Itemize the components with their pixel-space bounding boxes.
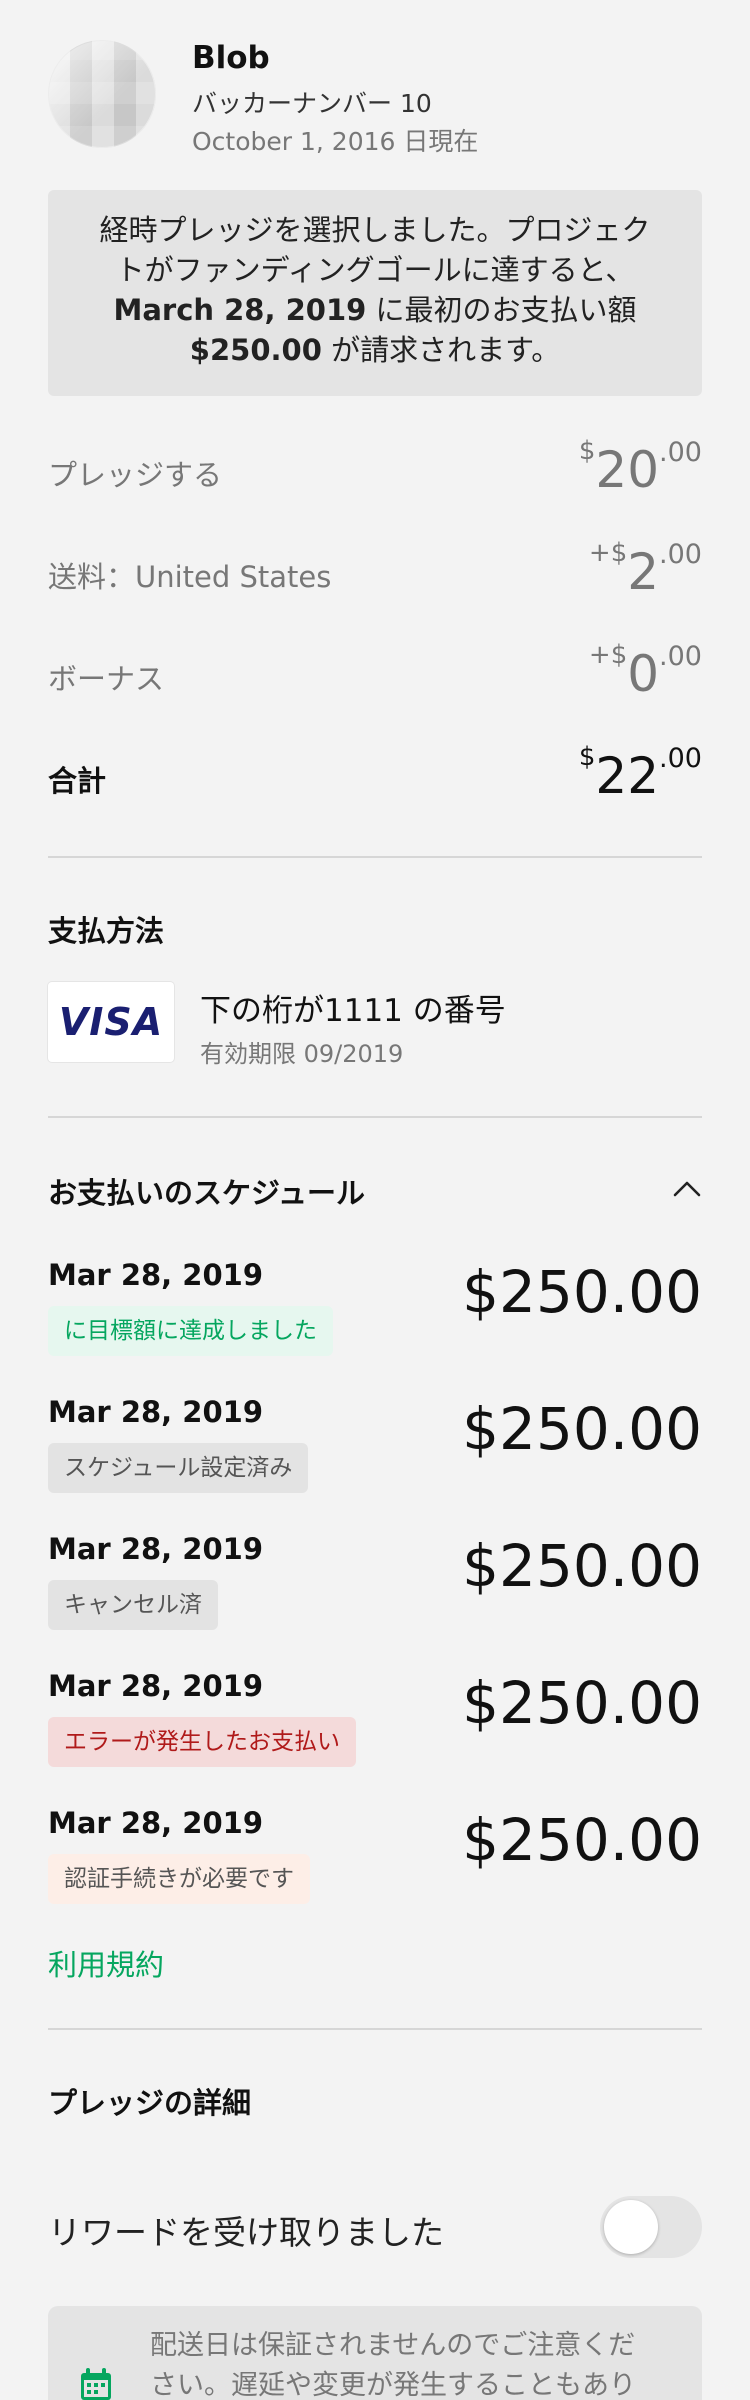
backer-header: Blob バッカーナンバー 10 October 1, 2016 日現在 <box>48 40 702 160</box>
total-amount: $22.00 <box>579 742 702 805</box>
status-badge: エラーが発生したお支払い <box>48 1717 356 1767</box>
bonus-amount: +$0.00 <box>589 640 702 703</box>
bonus-label: ボーナス <box>48 662 165 696</box>
pledge-notice: 経時プレッジを選択しました。プロジェク トがファンディングゴールに達すると、 M… <box>48 190 702 396</box>
payment-schedule-title[interactable]: お支払いのスケジュール <box>48 1170 365 1212</box>
divider <box>48 856 702 858</box>
notice-date: March 28, 2019 <box>113 293 367 327</box>
as-of-date: October 1, 2016 日現在 <box>192 127 479 156</box>
terms-link[interactable]: 利用規約 <box>48 1942 164 1984</box>
shipping-line: 送料：United States +$2.00 <box>48 538 702 601</box>
schedule-amount: $250.00 <box>462 1532 702 1600</box>
amount-cents: .00 <box>659 641 702 672</box>
shipping-label: 送料：United States <box>48 560 332 594</box>
divider <box>48 1116 702 1118</box>
pledge-label: プレッジする <box>48 458 223 492</box>
amount-whole: 0 <box>627 645 660 703</box>
backer-name: Blob <box>192 40 270 76</box>
payment-method-title: 支払方法 <box>48 914 165 948</box>
schedule-date: Mar 28, 2019 <box>48 1806 264 1840</box>
shipping-amount: +$2.00 <box>589 538 702 601</box>
reward-received-toggle[interactable] <box>600 2196 702 2258</box>
schedule-date: Mar 28, 2019 <box>48 1669 264 1703</box>
notice-line-2: トがファンディングゴールに達すると、 <box>115 253 635 287</box>
visa-logo-icon: VISA <box>48 982 174 1062</box>
total-label: 合計 <box>48 764 107 798</box>
toggle-knob <box>604 2200 658 2254</box>
currency-prefix: +$ <box>588 538 628 568</box>
pledge-amount: $20.00 <box>579 436 702 499</box>
status-badge: 認証手続きが必要です <box>48 1854 310 1904</box>
schedule-amount: $250.00 <box>462 1395 702 1463</box>
shipping-notice-text: 配送日は保証されませんのでご注意ください。遅延や変更が発生することもありま <box>150 2330 636 2400</box>
reward-received-label: リワードを受け取りました <box>48 2213 444 2252</box>
schedule-amount: $250.00 <box>462 1806 702 1874</box>
notice-line-4: が請求されます。 <box>321 333 561 367</box>
schedule-row: Mar 28, 2019 エラーが発生したお支払い $250.00 <box>48 1669 702 1779</box>
status-badge: に目標額に達成しました <box>48 1306 333 1356</box>
status-badge: キャンセル済 <box>48 1580 218 1630</box>
card-number: 下の桁が1111 の番号 <box>200 993 506 1029</box>
amount-whole: 22 <box>595 747 660 805</box>
currency-prefix: $ <box>578 742 596 772</box>
amount-whole: 2 <box>627 543 660 601</box>
pledge-line: プレッジする $20.00 <box>48 436 702 499</box>
schedule-date: Mar 28, 2019 <box>48 1395 264 1429</box>
notice-line-1: 経時プレッジを選択しました。プロジェク <box>99 213 651 247</box>
amount-cents: .00 <box>659 743 702 774</box>
backer-number: バッカーナンバー 10 <box>192 89 432 118</box>
amount-cents: .00 <box>659 437 702 468</box>
card-brand: VISA <box>58 1000 164 1044</box>
pledge-details-title: プレッジの詳細 <box>48 2086 252 2120</box>
bonus-line: ボーナス +$0.00 <box>48 640 702 703</box>
shipping-notice: 配送日は保証されませんのでご注意ください。遅延や変更が発生することもありま <box>48 2306 702 2400</box>
calendar-icon <box>81 2368 111 2400</box>
schedule-row: Mar 28, 2019 認証手続きが必要です $250.00 <box>48 1806 702 1916</box>
avatar <box>48 40 156 148</box>
schedule-date: Mar 28, 2019 <box>48 1258 264 1292</box>
currency-prefix: $ <box>578 436 596 466</box>
status-badge: スケジュール設定済み <box>48 1443 309 1493</box>
divider <box>48 2028 702 2030</box>
notice-line-3: に最初のお支払い額 <box>366 293 637 327</box>
card-expiry: 有効期限 09/2019 <box>200 1040 404 1068</box>
amount-cents: .00 <box>659 539 702 570</box>
notice-amount: $250.00 <box>189 333 322 367</box>
currency-prefix: +$ <box>588 640 628 670</box>
schedule-row: Mar 28, 2019 スケジュール設定済み $250.00 <box>48 1395 702 1505</box>
total-line: 合計 $22.00 <box>48 742 702 805</box>
schedule-amount: $250.00 <box>462 1669 702 1737</box>
schedule-row: Mar 28, 2019 キャンセル済 $250.00 <box>48 1532 702 1642</box>
schedule-date: Mar 28, 2019 <box>48 1532 264 1566</box>
schedule-amount: $250.00 <box>462 1258 702 1326</box>
chevron-up-icon[interactable] <box>672 1174 702 1204</box>
schedule-row: Mar 28, 2019 に目標額に達成しました $250.00 <box>48 1258 702 1368</box>
amount-whole: 20 <box>595 441 660 499</box>
